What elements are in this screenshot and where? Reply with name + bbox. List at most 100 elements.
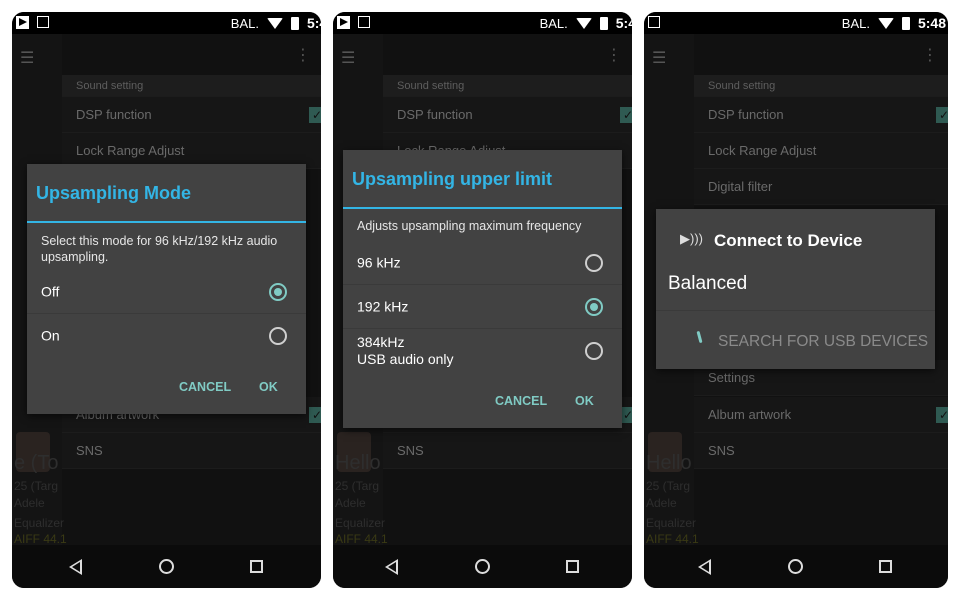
setting-label: Album artwork (708, 407, 792, 422)
checkbox-checked[interactable]: ✓ (936, 107, 948, 123)
setting-sns[interactable]: SNS (62, 433, 321, 469)
setting-dsp[interactable]: DSP function ✓ (694, 97, 948, 133)
menu-icon[interactable]: ☰ (652, 48, 670, 68)
setting-lock-range[interactable]: Lock Range Adjust (694, 133, 948, 169)
section-header: Sound setting (62, 75, 321, 97)
recents-icon[interactable] (879, 560, 892, 573)
option-sublabel: USB audio only (357, 351, 454, 367)
radio-selected[interactable] (269, 283, 287, 301)
phone-screen-2: BAL. 5:4 Hello 25 (Targ Adele Equalizer A… (333, 12, 632, 588)
option-384khz[interactable]: 384kHz USB audio only (343, 329, 622, 373)
equalizer-label: Equalizer (646, 516, 697, 530)
recents-icon[interactable] (250, 560, 263, 573)
track-title: Hello (646, 452, 692, 474)
equalizer-label: Equalizer (14, 516, 65, 530)
ok-button[interactable]: OK (575, 394, 594, 408)
upsampling-mode-dialog: Upsampling Mode Select this mode for 96 … (27, 164, 306, 414)
option-label: 384kHz USB audio only (357, 334, 454, 368)
recents-icon[interactable] (566, 560, 579, 573)
radio-unselected[interactable] (585, 254, 603, 272)
setting-label: Digital filter (708, 179, 773, 194)
setting-album-artwork[interactable]: Album artwork ✓ (694, 397, 948, 433)
status-bar: BAL. 5:47 (12, 12, 321, 34)
setting-label: DSP function (708, 107, 784, 122)
setting-dsp[interactable]: DSP function ✓ (383, 97, 632, 133)
setting-label: Settings (708, 370, 755, 385)
ok-button[interactable]: OK (259, 380, 278, 394)
phone-screen-3: BAL. 5:48 Hello 25 (Targ Adele Equalizer … (644, 12, 948, 588)
section-header: Sound setting (383, 75, 632, 97)
dialog-title: Upsampling Mode (36, 183, 192, 203)
menu-icon[interactable]: ☰ (341, 48, 359, 68)
back-icon[interactable] (385, 559, 398, 575)
home-icon[interactable] (159, 559, 174, 574)
option-label: Off (41, 283, 60, 299)
album-name: 25 (Targ (646, 479, 691, 493)
battery-icon (599, 16, 608, 30)
format-label: AIFF 44.1 (14, 532, 67, 546)
carrier-label: BAL. (230, 15, 259, 31)
title-divider (343, 207, 622, 209)
setting-label: Lock Range Adjust (708, 143, 817, 158)
back-icon[interactable] (69, 559, 82, 575)
search-usb-button[interactable]: SEARCH FOR USB DEVICES (718, 333, 928, 351)
checkbox-checked[interactable]: ✓ (620, 107, 632, 123)
track-title: Hello (335, 452, 381, 474)
setting-label: SNS (76, 443, 103, 458)
checkbox-checked[interactable]: ✓ (936, 407, 948, 423)
image-notification-icon (648, 16, 660, 28)
option-label-main: 384kHz (357, 334, 405, 350)
radio-selected[interactable] (585, 298, 603, 316)
checkbox-checked[interactable]: ✓ (309, 107, 321, 123)
battery-icon (901, 16, 910, 30)
navigation-bar (644, 545, 948, 588)
clock: 5:48 (917, 15, 946, 31)
setting-dsp[interactable]: DSP function ✓ (62, 97, 321, 133)
setting-sns[interactable]: SNS (694, 433, 948, 469)
option-96khz[interactable]: 96 kHz (343, 241, 622, 285)
connect-device-dialog: ▶︎))) Connect to Device Balanced SEARCH … (656, 209, 935, 369)
navigation-bar (12, 545, 321, 588)
option-label: On (41, 327, 60, 344)
device-balanced[interactable]: Balanced (668, 273, 747, 295)
section-header: Sound setting (694, 75, 948, 97)
radio-unselected[interactable] (585, 342, 603, 360)
format-label: AIFF 44.1 (335, 532, 388, 546)
checkbox-checked[interactable]: ✓ (309, 407, 321, 423)
play-notification-icon (337, 16, 350, 29)
clock: 5:47 (306, 15, 321, 31)
cancel-button[interactable]: CANCEL (495, 394, 547, 408)
title-divider (27, 221, 306, 223)
dialog-title: Connect to Device (714, 231, 863, 250)
setting-label: DSP function (76, 107, 152, 122)
wifi-icon (575, 17, 592, 29)
cancel-button[interactable]: CANCEL (179, 380, 231, 394)
more-options-icon[interactable]: ⋮ (922, 45, 938, 65)
setting-digital-filter[interactable]: Digital filter (694, 169, 948, 205)
option-off[interactable]: Off (27, 270, 306, 314)
divider (656, 310, 935, 311)
menu-icon[interactable]: ☰ (20, 48, 38, 68)
setting-sns[interactable]: SNS (383, 433, 632, 469)
setting-label: Lock Range Adjust (76, 143, 185, 158)
option-192khz[interactable]: 192 kHz (343, 285, 622, 329)
wifi-icon (266, 17, 283, 29)
dialog-title: Upsampling upper limit (352, 169, 553, 189)
back-icon[interactable] (698, 559, 711, 575)
phone-screen-1: BAL.5:47 e (To Y 25 (Targ Adele Equalize… (12, 12, 321, 588)
dialog-message: Select this mode for 96 kHz/192 kHz audi… (41, 234, 278, 264)
option-on[interactable]: On (27, 314, 306, 358)
more-options-icon[interactable]: ⋮ (295, 45, 311, 65)
clock: 5:4 (615, 15, 632, 31)
home-icon[interactable] (475, 559, 490, 574)
artist-name: Adele (646, 496, 677, 510)
setting-label: SNS (397, 443, 424, 458)
status-bar: BAL. 5:48 (644, 12, 948, 34)
more-options-icon[interactable]: ⋮ (606, 45, 622, 65)
setting-label: SNS (708, 443, 735, 458)
radio-unselected[interactable] (269, 327, 287, 345)
image-notification-icon (37, 16, 49, 28)
wifi-icon (877, 17, 894, 29)
home-icon[interactable] (788, 559, 803, 574)
album-name: 25 (Targ (335, 479, 380, 493)
